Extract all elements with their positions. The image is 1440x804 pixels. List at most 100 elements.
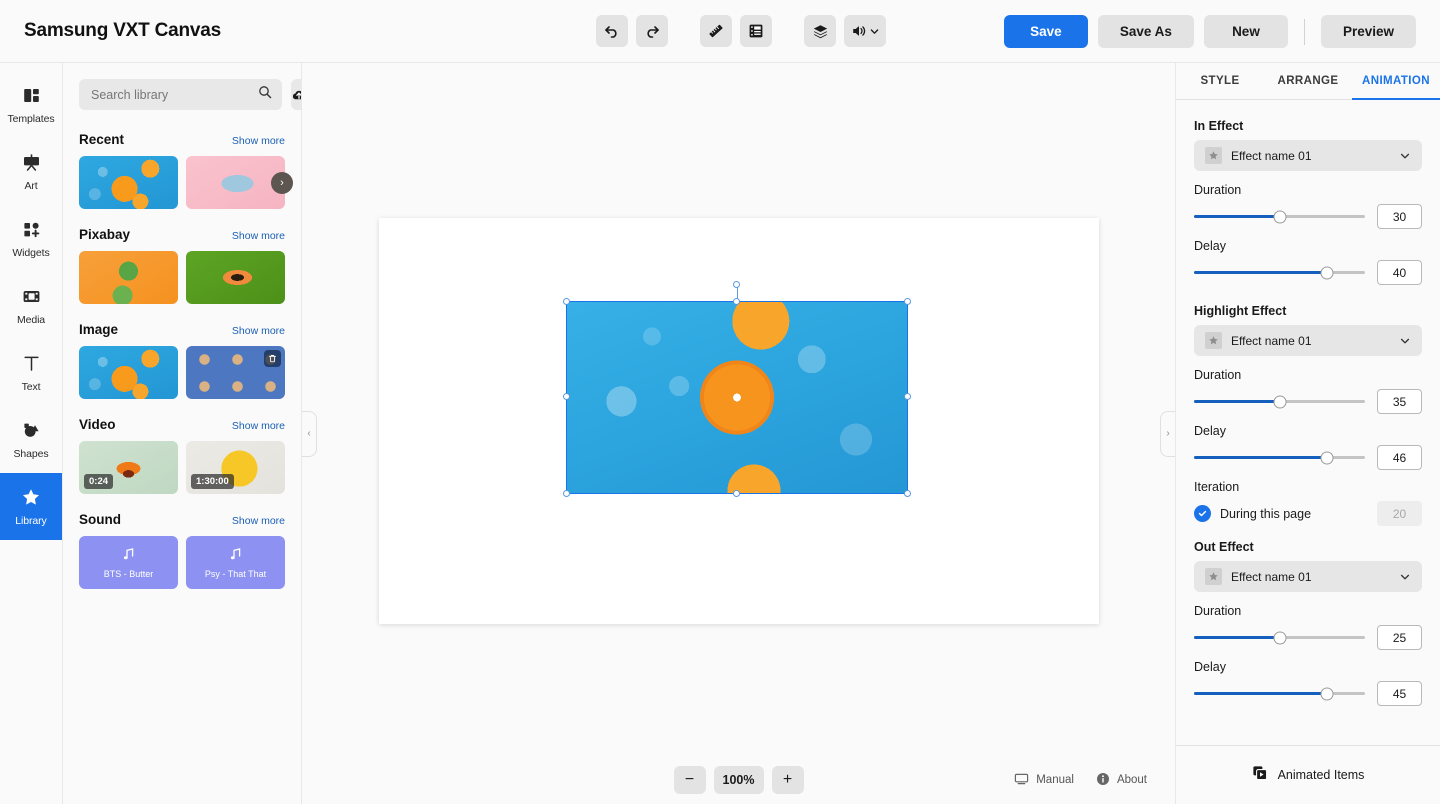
save-as-button[interactable]: Save As — [1098, 15, 1194, 48]
sound-tile[interactable]: Psy - That That — [186, 536, 285, 589]
slider-knob[interactable] — [1321, 266, 1334, 279]
show-more-link[interactable]: Show more — [232, 420, 285, 432]
sidebar-item-media[interactable]: Media — [0, 272, 62, 339]
zoom-in-button[interactable]: + — [772, 766, 804, 794]
about-link[interactable]: About — [1096, 772, 1147, 789]
library-search-row — [79, 79, 285, 110]
show-more-link[interactable]: Show more — [232, 230, 285, 242]
new-button[interactable]: New — [1204, 15, 1288, 48]
about-label: About — [1117, 774, 1147, 786]
slider-knob[interactable] — [1273, 210, 1286, 223]
library-thumbnail[interactable] — [79, 346, 178, 399]
layers-button[interactable] — [804, 15, 836, 47]
in-duration-value[interactable]: 30 — [1377, 204, 1422, 229]
in-delay-slider[interactable] — [1194, 271, 1365, 274]
library-section-video: Video Show more 0:24 1:30:00 — [79, 417, 285, 494]
search-box[interactable] — [79, 79, 282, 110]
resize-handle-top-left[interactable] — [563, 298, 570, 305]
sound-tile[interactable]: BTS - Butter — [79, 536, 178, 589]
redo-button[interactable] — [636, 15, 668, 47]
library-thumbnail[interactable] — [186, 346, 285, 399]
resize-handle-bottom-right[interactable] — [904, 490, 911, 497]
sidebar-item-art[interactable]: Art — [0, 138, 62, 205]
during-this-page-checkbox[interactable]: During this page — [1194, 505, 1365, 522]
search-input[interactable] — [91, 88, 252, 102]
in-duration-slider[interactable] — [1194, 215, 1365, 218]
highlight-duration-value[interactable]: 35 — [1377, 389, 1422, 414]
sidebar-item-widgets[interactable]: Widgets — [0, 205, 62, 272]
canvas-slide[interactable] — [379, 218, 1099, 624]
out-duration-value[interactable]: 25 — [1377, 625, 1422, 650]
out-delay-value[interactable]: 45 — [1377, 681, 1422, 706]
library-thumbnail[interactable] — [79, 251, 178, 304]
bottom-links: Manual About — [1014, 771, 1147, 789]
collapse-right-panel-button[interactable]: › — [1160, 411, 1175, 457]
manual-label: Manual — [1036, 774, 1074, 786]
save-button[interactable]: Save — [1004, 15, 1088, 48]
slider-knob[interactable] — [1321, 451, 1334, 464]
chevron-down-icon — [1399, 335, 1411, 347]
show-more-link[interactable]: Show more — [232, 135, 285, 147]
section-title: Image — [79, 322, 118, 337]
next-arrow-button[interactable]: › — [271, 172, 293, 194]
out-effect-dropdown[interactable]: Effect name 01 — [1194, 561, 1422, 592]
sidebar-item-templates[interactable]: Templates — [0, 71, 62, 138]
selected-object[interactable] — [567, 302, 907, 493]
in-delay-value[interactable]: 40 — [1377, 260, 1422, 285]
preview-button[interactable]: Preview — [1321, 15, 1416, 48]
library-star-icon — [21, 487, 41, 508]
zoom-level[interactable]: 100% — [714, 766, 764, 794]
sidebar-item-label: Templates — [8, 113, 55, 125]
undo-button[interactable] — [596, 15, 628, 47]
show-more-link[interactable]: Show more — [232, 325, 285, 337]
show-more-link[interactable]: Show more — [232, 515, 285, 527]
library-thumbnail[interactable]: 1:30:00 — [186, 441, 285, 494]
cloud-upload-button[interactable] — [291, 79, 302, 110]
app-root: Samsung VXT Canvas — [0, 0, 1440, 804]
grid-button[interactable] — [740, 15, 772, 47]
zoom-out-button[interactable]: − — [674, 766, 706, 794]
library-thumbnail[interactable] — [79, 156, 178, 209]
left-nav-rail: Templates Art — [0, 63, 63, 804]
shapes-icon — [22, 420, 41, 441]
resize-handle-top-right[interactable] — [904, 298, 911, 305]
slider-knob[interactable] — [1273, 395, 1286, 408]
sidebar-item-shapes[interactable]: Shapes — [0, 406, 62, 473]
highlight-effect-dropdown[interactable]: Effect name 01 — [1194, 325, 1422, 356]
sidebar-item-text[interactable]: Text — [0, 339, 62, 406]
slider-knob[interactable] — [1273, 631, 1286, 644]
highlight-delay-slider[interactable] — [1194, 456, 1365, 459]
resize-handle-bottom-center[interactable] — [733, 490, 740, 497]
canvas-image-orange[interactable] — [567, 302, 907, 493]
canvas-bottom-bar: − 100% + Manual — [302, 756, 1175, 804]
out-duration-slider[interactable] — [1194, 636, 1365, 639]
slider-knob[interactable] — [1321, 687, 1334, 700]
collapse-left-panel-button[interactable]: ‹ — [302, 411, 317, 457]
resize-handle-bottom-left[interactable] — [563, 490, 570, 497]
rotation-handle[interactable] — [733, 281, 740, 288]
manual-link[interactable]: Manual — [1014, 771, 1074, 789]
tab-arrange[interactable]: ARRANGE — [1264, 63, 1352, 99]
tab-animation[interactable]: ANIMATION — [1352, 63, 1440, 99]
out-delay-row: 45 — [1194, 681, 1422, 706]
sidebar-item-library[interactable]: Library — [0, 473, 62, 540]
ruler-button[interactable] — [700, 15, 732, 47]
out-effect-value: Effect name 01 — [1231, 570, 1390, 584]
resize-handle-middle-left[interactable] — [563, 393, 570, 400]
highlight-delay-value[interactable]: 46 — [1377, 445, 1422, 470]
tab-style[interactable]: STYLE — [1176, 63, 1264, 99]
in-effect-dropdown[interactable]: Effect name 01 — [1194, 140, 1422, 171]
resize-handle-middle-right[interactable] — [904, 393, 911, 400]
animated-items-button[interactable]: Animated Items — [1176, 745, 1440, 804]
video-duration-badge: 1:30:00 — [191, 474, 234, 489]
delete-thumbnail-button[interactable] — [264, 350, 281, 367]
resize-handle-top-center[interactable] — [733, 298, 740, 305]
library-thumbnail[interactable]: 0:24 — [79, 441, 178, 494]
library-section-image: Image Show more — [79, 322, 285, 399]
iteration-checkbox-label: During this page — [1220, 507, 1311, 521]
library-thumbnail[interactable] — [186, 251, 285, 304]
canvas-area[interactable]: ‹ › − — [302, 63, 1175, 804]
highlight-duration-slider[interactable] — [1194, 400, 1365, 403]
sound-button[interactable] — [844, 15, 886, 47]
out-delay-slider[interactable] — [1194, 692, 1365, 695]
